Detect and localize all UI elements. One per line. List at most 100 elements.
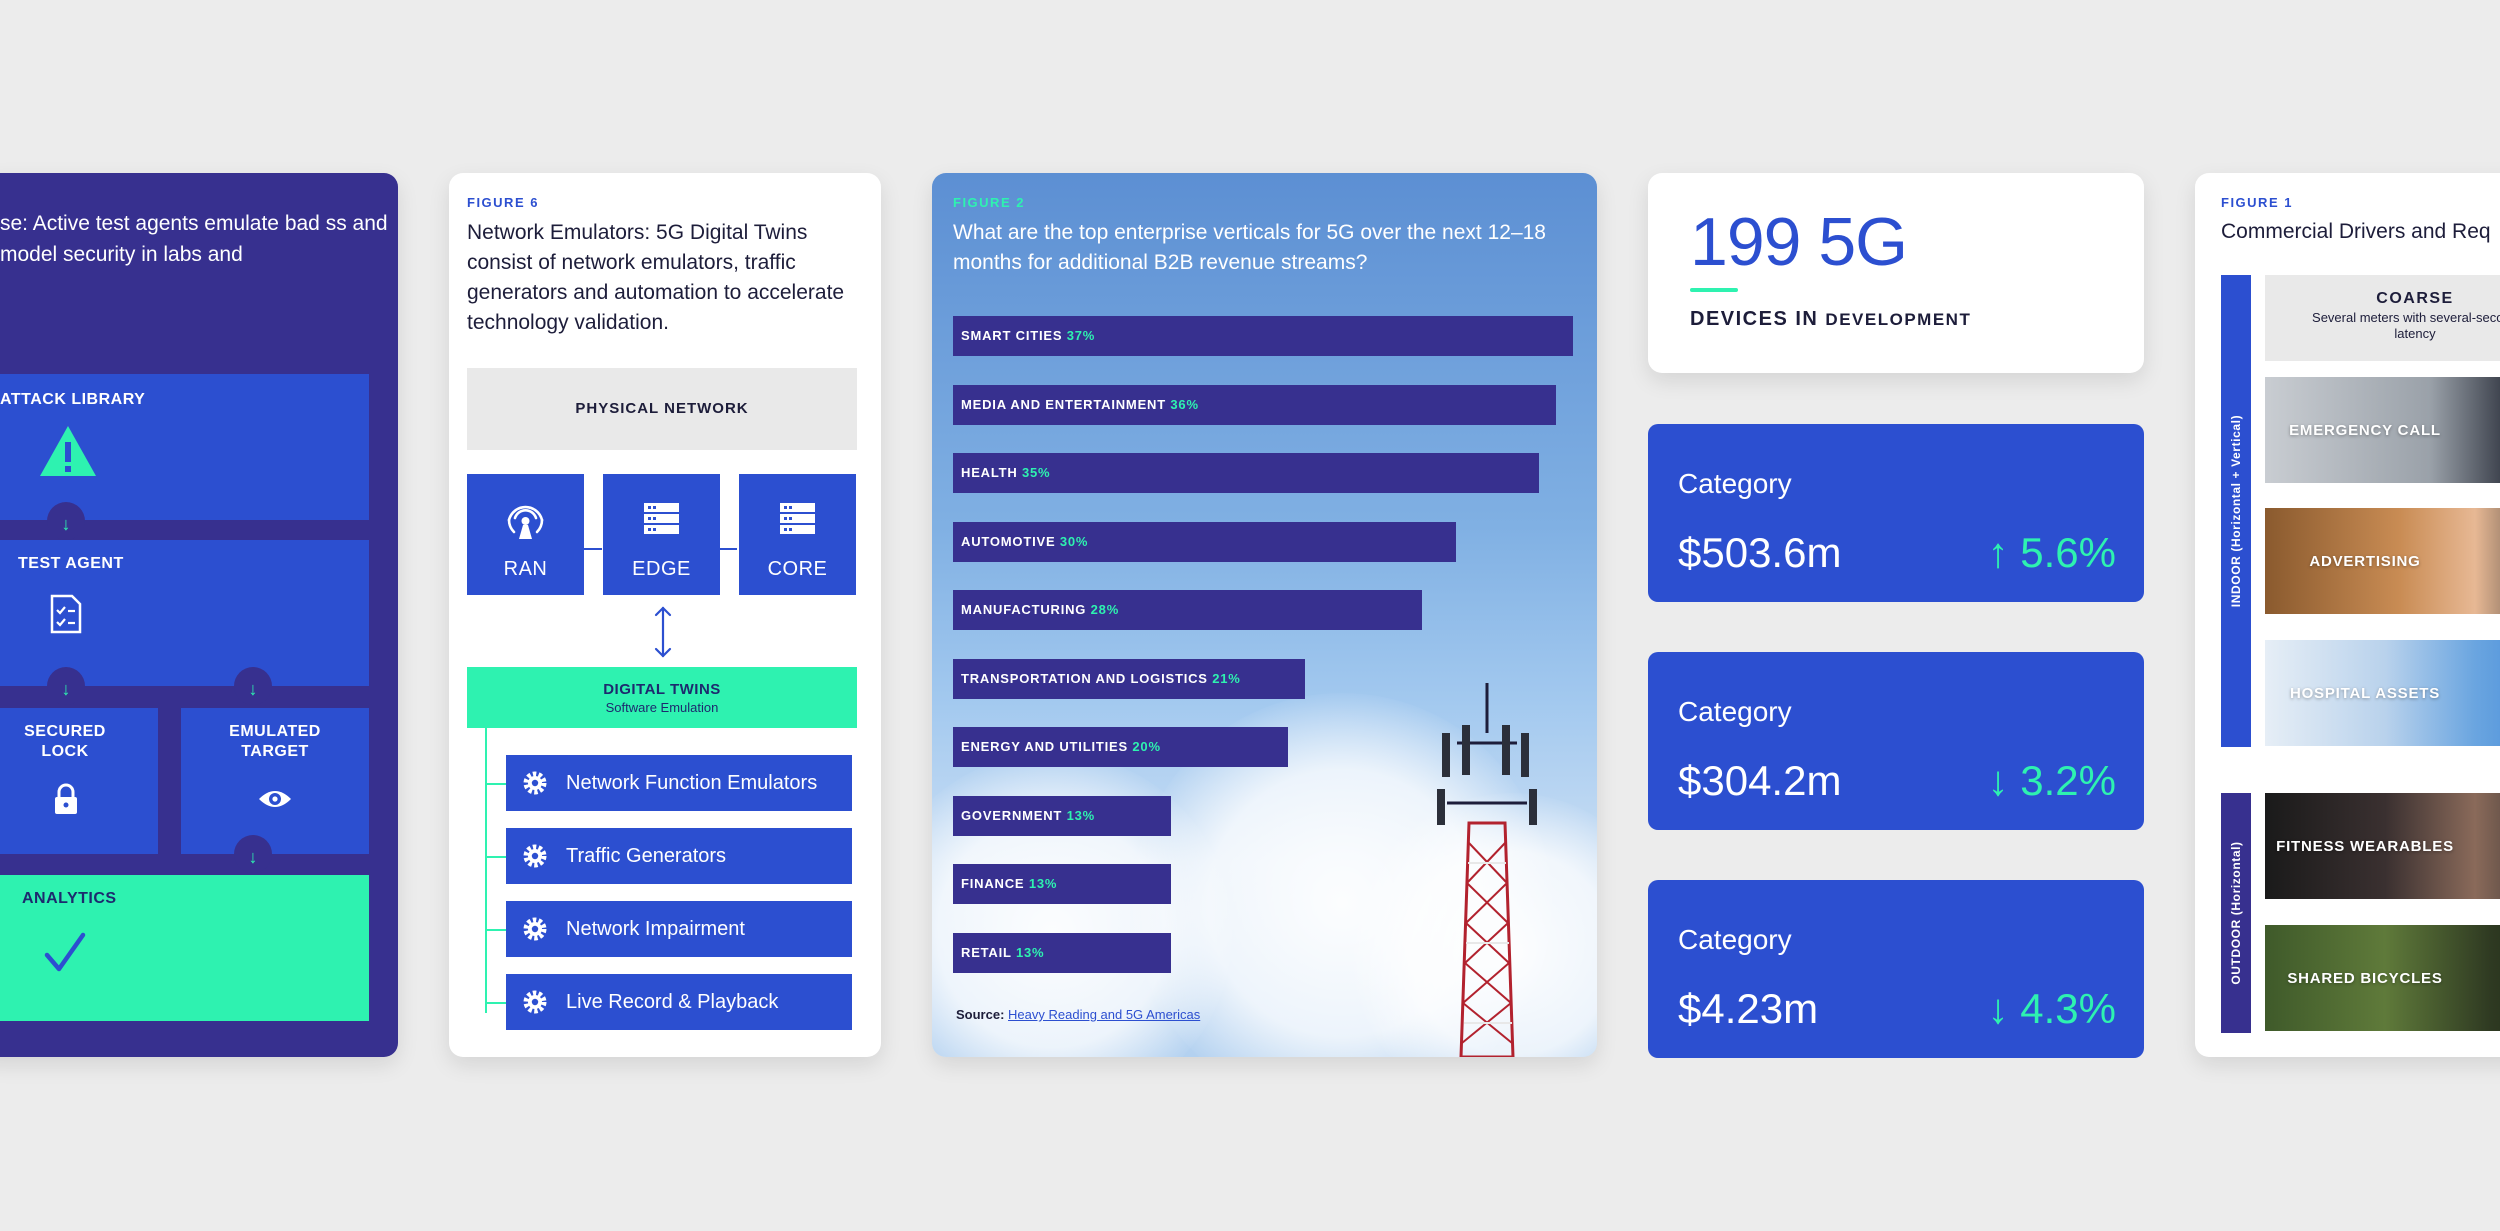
photo-tile: SHARED BICYCLES	[2265, 925, 2500, 1031]
figure-tag: FIGURE 6	[467, 195, 539, 210]
attack-library-label: ATTACK LIBRARY	[0, 391, 146, 408]
bar: HEALTH 35%	[953, 453, 1539, 493]
bar-value-label: 36%	[1170, 396, 1199, 412]
gear-icon	[523, 990, 547, 1014]
commercial-drivers-title: Commercial Drivers and Req	[2221, 220, 2491, 243]
warning-icon	[40, 426, 96, 476]
emulator-item: Network Function Emulators	[506, 755, 852, 811]
edge-node: EDGE	[603, 474, 720, 595]
digital-twins-title: Network Emulators: 5G Digital Twins cons…	[467, 221, 845, 334]
connector-arrow-icon: ↓	[47, 502, 85, 540]
bar-label: RETAIL	[961, 944, 1012, 960]
coarse-desc: Several meters with several-second laten…	[2312, 310, 2500, 341]
indoor-label: INDOOR (Horizontal + Vertical)	[2229, 414, 2243, 608]
devices-stat-card: 199 5G DEVICES IN DEVELOPMENT	[1648, 173, 2144, 373]
bar-value-label: 13%	[1066, 807, 1096, 823]
bar-label: TRANSPORTATION AND LOGISTICS	[961, 670, 1208, 686]
outdoor-tab: OUTDOOR (Horizontal)	[2221, 793, 2251, 1033]
photo-label: EMERGENCY CALL	[2289, 421, 2441, 439]
physical-network-box: PHYSICAL NETWORK	[467, 368, 857, 450]
kpi-card: Category $503.6m ↑ 5.6%	[1648, 424, 2144, 602]
bar: GOVERNMENT 13%	[953, 795, 1171, 836]
tree-branch	[485, 856, 507, 858]
security-intro: se: Active test agents emulate bad ss an…	[0, 212, 388, 266]
cell-tower-image	[1437, 683, 1537, 1057]
bar-label: GOVERNMENT	[961, 807, 1063, 823]
bar: RETAIL 13%	[953, 932, 1171, 973]
digital-twins-label: DIGITAL TWINS	[603, 681, 721, 698]
kpi-category: Category	[1678, 468, 1792, 499]
emulator-item: Network Impairment	[506, 901, 852, 957]
bar-value-label: 20%	[1132, 739, 1161, 754]
kpi-change: ↓ 3.2%	[1987, 757, 2116, 804]
source-label: Source:	[956, 1007, 1005, 1022]
bar-label: SMART CITIES	[961, 328, 1063, 343]
security-card: se: Active test agents emulate bad ss an…	[0, 173, 398, 1057]
bar-label: FINANCE	[961, 876, 1025, 891]
bar: SMART CITIES 37%	[953, 316, 1573, 356]
kpi-change: ↓ 4.3%	[1987, 985, 2116, 1032]
source-link[interactable]: Heavy Reading and 5G Americas	[1008, 1007, 1200, 1022]
kpi-value: $4.23m	[1678, 985, 1819, 1032]
analytics-label: ANALYTICS	[22, 890, 117, 907]
photo-tile: FITNESS WEARABLES	[2265, 793, 2500, 899]
double-arrow-icon	[654, 606, 672, 658]
bar-label: ENERGY AND UTILITIES	[961, 739, 1128, 754]
ran-label: RAN	[503, 558, 548, 580]
connector-arrow-icon: ↓	[234, 835, 272, 873]
bar: FINANCE 13%	[953, 864, 1171, 904]
bar-label: MEDIA AND ENTERTAINMENT	[961, 396, 1166, 412]
analytics-box: ANALYTICS	[0, 875, 369, 1021]
ran-node: RAN	[467, 474, 584, 595]
emulator-label: Live Record & Playback	[566, 991, 779, 1013]
software-emulation-label: Software Emulation	[605, 700, 719, 715]
digital-twins-card: FIGURE 6 Network Emulators: 5G Digital T…	[449, 173, 881, 1057]
bar: MANUFACTURING 28%	[953, 590, 1422, 630]
figure-tag: FIGURE 2	[953, 195, 1025, 210]
gear-icon	[523, 917, 547, 941]
bar-value-label: 28%	[1090, 602, 1120, 617]
emulator-label: Traffic Generators	[566, 845, 727, 867]
outdoor-label: OUTDOOR (Horizontal)	[2229, 841, 2243, 985]
server-icon	[780, 503, 815, 534]
edge-label: EDGE	[632, 558, 691, 580]
bar: TRANSPORTATION AND LOGISTICS 21%	[953, 658, 1305, 699]
node-connector	[584, 548, 602, 550]
connector-arrow-icon: ↓	[47, 667, 85, 705]
kpi-card: Category $4.23m ↓ 4.3%	[1648, 880, 2144, 1058]
checklist-icon	[50, 594, 82, 634]
gear-icon	[523, 771, 547, 795]
emulator-label: Network Function Emulators	[566, 772, 818, 794]
photo-label: SHARED BICYCLES	[2287, 969, 2443, 987]
kpi-category: Category	[1678, 696, 1792, 727]
devices-label-a: DEVICES IN	[1690, 308, 1819, 330]
commercial-drivers-card: FIGURE 1 Commercial Drivers and Req INDO…	[2195, 173, 2500, 1057]
bar-value-label: 30%	[1059, 533, 1089, 549]
coarse-title: COARSE	[2376, 290, 2454, 307]
attack-library-box: ATTACK LIBRARY	[0, 374, 369, 520]
bar-label: MANUFACTURING	[961, 602, 1087, 617]
bar-label: HEALTH	[961, 465, 1018, 480]
emulator-item: Traffic Generators	[506, 828, 852, 884]
emulated-target-box: EMULATED TARGET	[181, 708, 369, 854]
bar: AUTOMOTIVE 30%	[953, 521, 1456, 562]
bar: ENERGY AND UTILITIES 20%	[953, 727, 1288, 767]
tree-branch	[485, 1002, 507, 1004]
photo-tile: EMERGENCY CALL	[2265, 377, 2500, 483]
digital-twins-box: DIGITAL TWINS Software Emulation	[467, 667, 857, 728]
connector-arrow-icon: ↓	[234, 667, 272, 705]
emulator-item: Live Record & Playback	[506, 974, 852, 1030]
test-agent-box: TEST AGENT	[0, 540, 369, 686]
secured-lock-label: SECURED LOCK	[24, 723, 106, 760]
tree-branch	[485, 929, 507, 931]
server-icon	[644, 503, 679, 534]
core-label: CORE	[767, 558, 828, 580]
antenna-icon	[507, 505, 544, 539]
photo-label: ADVERTISING	[2309, 552, 2421, 570]
gear-icon	[523, 844, 547, 868]
indoor-tab: INDOOR (Horizontal + Vertical)	[2221, 275, 2251, 747]
bar: MEDIA AND ENTERTAINMENT 36%	[953, 384, 1556, 425]
figure-tag: FIGURE 1	[2221, 195, 2293, 210]
emulator-label: Network Impairment	[566, 918, 745, 940]
eye-icon	[259, 791, 291, 807]
